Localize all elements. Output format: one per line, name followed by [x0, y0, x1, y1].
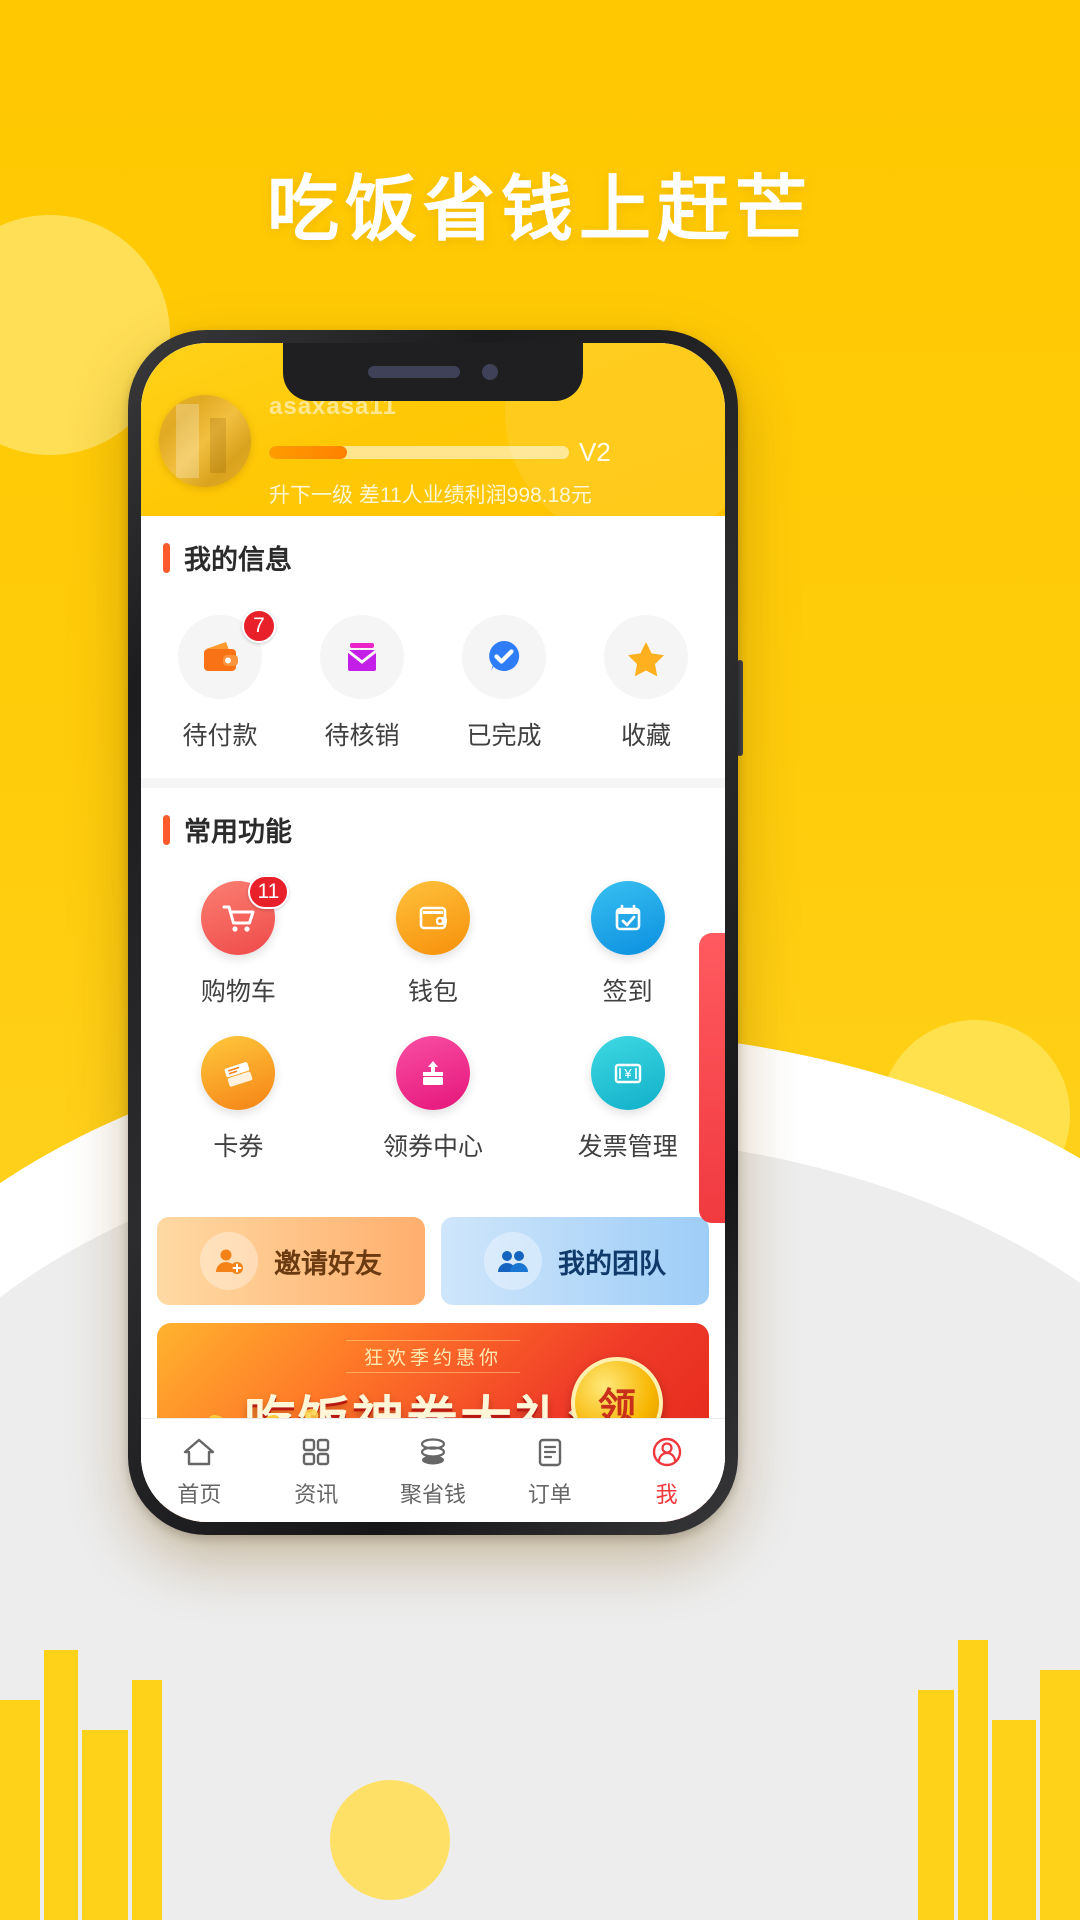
tab-label: 聚省钱 — [399, 1481, 466, 1507]
phone-screen-frame: asaxasa11 V2 升下一级 差11人业绩利润998.18元 我的信息 7… — [141, 343, 725, 1522]
my-team-button[interactable]: 我的团队 — [441, 1217, 709, 1305]
function-item-coupon-card[interactable]: 卡券 — [141, 1036, 336, 1163]
my-team-label: 我的团队 — [558, 1248, 666, 1279]
phone-side-button — [737, 660, 743, 756]
function-item-label: 卡券 — [213, 1133, 264, 1161]
icon-wrap — [395, 881, 470, 955]
icon-wrap: 7 — [178, 609, 276, 699]
home-icon — [184, 1438, 215, 1465]
my-info-grid: 7 待付款 待核销 已完成 收藏 — [141, 583, 725, 778]
tab-label: 订单 — [527, 1481, 572, 1507]
order-icon — [538, 1438, 561, 1466]
tab-label: 首页 — [177, 1481, 222, 1507]
cart-badge: 11 — [247, 875, 290, 909]
camera-icon — [482, 364, 498, 380]
news-icon — [302, 1438, 330, 1465]
check-bubble-icon — [462, 615, 546, 699]
coins-icon — [420, 1437, 446, 1464]
my-info-card: 我的信息 7 待付款 待核销 已完成 收藏 — [141, 516, 725, 778]
coupon-upload-icon — [395, 1036, 470, 1110]
info-item-label: 已完成 — [466, 722, 542, 750]
icon-wrap — [462, 615, 546, 699]
calendar-check-icon — [590, 881, 665, 955]
page-title: 吃饭省钱上赶芒 — [266, 170, 813, 250]
info-item-favorites[interactable]: 收藏 — [575, 615, 717, 752]
tab-label: 资讯 — [294, 1481, 339, 1507]
bottom-tab-bar: 首页 资讯 聚省钱 订单 我 — [141, 1418, 725, 1522]
section-divider — [141, 778, 725, 788]
icon-wrap — [320, 615, 404, 699]
icon-wrap — [590, 881, 665, 955]
team-icon — [484, 1232, 542, 1290]
tab-news[interactable]: 资讯 — [258, 1433, 375, 1509]
level-progress-row: V2 — [269, 437, 725, 468]
section-accent-bar — [163, 814, 170, 845]
function-item-invoice[interactable]: ¥ 发票管理 — [530, 1036, 725, 1163]
icon-wrap: 11 — [201, 875, 290, 955]
speaker-icon — [368, 366, 460, 378]
function-item-label: 钱包 — [407, 978, 458, 1006]
phone-notch — [283, 343, 583, 401]
info-item-pending-verify[interactable]: 待核销 — [291, 615, 433, 752]
avatar[interactable] — [159, 395, 251, 487]
my-info-title: 我的信息 — [184, 545, 292, 575]
function-item-label: 签到 — [602, 978, 653, 1006]
level-badge: V2 — [579, 437, 611, 467]
info-item-completed[interactable]: 已完成 — [433, 615, 575, 752]
function-item-coupon-center[interactable]: 领券中心 — [336, 1036, 531, 1163]
floating-side-tab[interactable] — [699, 933, 725, 1223]
common-functions-grid: 11 购物车 钱包 签到 卡券 领券中心 ¥ 发票管理 — [141, 855, 725, 1213]
user-plus-icon — [200, 1232, 258, 1290]
promo-top-text: 狂欢季约惠你 — [345, 1340, 520, 1373]
profile-info: asaxasa11 V2 升下一级 差11人业绩利润998.18元 — [269, 391, 725, 509]
ticket-icon — [201, 1036, 276, 1110]
common-functions-card: 常用功能 11 购物车 钱包 签到 卡券 领券中心 ¥ 发票管理 邀请好友 我的… — [141, 788, 725, 1522]
function-item-checkin[interactable]: 签到 — [530, 881, 725, 1008]
function-item-cart[interactable]: 11 购物车 — [141, 875, 336, 1008]
icon-wrap: ¥ — [590, 1036, 665, 1110]
user-icon — [652, 1437, 681, 1466]
tab-label: 我 — [655, 1481, 678, 1507]
svg-text:¥: ¥ — [623, 1066, 632, 1081]
icon-wrap — [395, 1036, 470, 1110]
tab-home[interactable]: 首页 — [141, 1433, 258, 1509]
function-item-wallet[interactable]: 钱包 — [336, 881, 531, 1008]
tab-profile[interactable]: 我 — [608, 1433, 725, 1509]
invite-friends-button[interactable]: 邀请好友 — [157, 1217, 425, 1305]
invoice-icon: ¥ — [590, 1036, 665, 1110]
my-info-section-header: 我的信息 — [141, 538, 725, 577]
icon-wrap — [604, 615, 688, 699]
level-progress-fill — [269, 446, 347, 459]
info-item-pending-payment[interactable]: 7 待付款 — [149, 609, 291, 752]
app-screen: asaxasa11 V2 升下一级 差11人业绩利润998.18元 我的信息 7… — [141, 343, 725, 1522]
function-item-label: 发票管理 — [577, 1133, 678, 1161]
wallet-icon — [395, 881, 470, 955]
function-item-label: 购物车 — [200, 978, 276, 1006]
invite-friends-label: 邀请好友 — [274, 1248, 382, 1279]
tab-orders[interactable]: 订单 — [491, 1433, 608, 1509]
info-item-label: 待付款 — [182, 722, 258, 750]
common-functions-title: 常用功能 — [184, 817, 292, 847]
phone-mockup: asaxasa11 V2 升下一级 差11人业绩利润998.18元 我的信息 7… — [128, 330, 743, 1535]
common-functions-section-header: 常用功能 — [141, 810, 725, 849]
info-item-label: 待核销 — [324, 722, 400, 750]
tab-savings[interactable]: 聚省钱 — [375, 1433, 492, 1509]
function-item-label: 领券中心 — [382, 1133, 483, 1161]
star-icon — [604, 615, 688, 699]
info-item-label: 收藏 — [620, 722, 671, 750]
icon-wrap — [201, 1036, 276, 1110]
envelope-icon — [320, 615, 404, 699]
level-progress-bar — [269, 446, 569, 459]
section-accent-bar — [163, 542, 170, 573]
status-badge: 7 — [242, 609, 276, 643]
level-progress-text: 升下一级 差11人业绩利润998.18元 — [269, 484, 592, 507]
action-buttons-row: 邀请好友 我的团队 — [141, 1213, 725, 1305]
